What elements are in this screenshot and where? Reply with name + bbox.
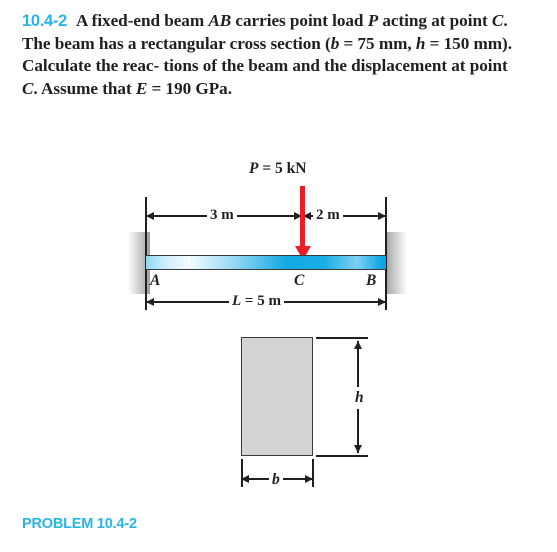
point-label-c: C: [294, 272, 305, 289]
dimension-line-h: [357, 341, 359, 453]
problem-number: 10.4-2: [22, 12, 67, 30]
problem-text-part: tions of the beam and the displacement a…: [163, 56, 508, 76]
load-value: = 5 kN: [258, 160, 307, 177]
problem-text-part: carries point load: [231, 11, 368, 30]
modulus-symbol-inline: E: [135, 79, 148, 99]
dimension-line-top: [146, 215, 386, 217]
problem-text-part: A fixed-end beam: [76, 11, 209, 30]
extension-line-left: [145, 197, 147, 310]
problem-text-part: section (: [270, 33, 331, 53]
beam-label-inline: AB: [208, 11, 232, 30]
dimension-label-span: L = 5 m: [229, 294, 284, 309]
extension-line-b-right: [312, 459, 314, 487]
dimension-line-b: [241, 478, 313, 480]
point-c-inline: C: [491, 11, 504, 30]
load-symbol: P: [249, 160, 259, 177]
arrowhead-left-2m: [303, 211, 311, 220]
span-symbol: L: [232, 293, 242, 309]
arrowhead-left-b: [241, 474, 249, 483]
arrowhead-left-span: [146, 297, 154, 306]
extension-line-h-top: [316, 337, 368, 339]
point-c-inline-2: C: [22, 79, 34, 99]
dimension-line-span: [146, 301, 386, 303]
point-label-b: B: [366, 272, 377, 289]
width-symbol-inline: b: [330, 33, 340, 53]
height-symbol-inline: h: [415, 33, 426, 53]
arrowhead-left-top: [146, 211, 154, 220]
load-symbol-inline: P: [367, 11, 379, 30]
problem-statement: 10.4-2 A fixed-end beam AB carries point …: [22, 10, 527, 101]
beam-body: [146, 255, 386, 270]
fixed-support-left: [128, 232, 150, 294]
extension-line-h-bottom: [316, 455, 368, 457]
extension-line-b-left: [241, 459, 243, 487]
dimension-label-h: h: [352, 387, 367, 409]
arrowhead-right-top: [378, 211, 386, 220]
cross-section-rectangle: [241, 337, 313, 456]
load-label: P = 5 kN: [249, 160, 307, 178]
problem-text-part: = 75 mm,: [339, 33, 416, 53]
problem-text-part: .: [33, 79, 38, 99]
load-arrow-shaft: [300, 186, 305, 252]
problem-text-part: Assume that: [40, 79, 136, 99]
arrowhead-right-3m: [294, 211, 302, 220]
arrowhead-down-h: [353, 445, 362, 453]
point-label-a: A: [150, 272, 161, 289]
dimension-label-b: b: [269, 471, 283, 489]
arrowhead-right-b: [305, 474, 313, 483]
figure-caption: PROBLEM 10.4-2: [22, 516, 137, 532]
extension-line-right: [385, 197, 387, 310]
arrowhead-right-span: [378, 297, 386, 306]
dimension-label-2m: 2 m: [313, 208, 343, 223]
load-arrow-head: [294, 246, 311, 260]
arrowhead-up-h: [353, 341, 362, 349]
problem-text-part: = 190 GPa.: [147, 79, 233, 99]
dimension-label-3m: 3 m: [207, 208, 237, 223]
span-value: = 5 m: [241, 293, 281, 309]
problem-text-part: acting at point: [382, 11, 492, 30]
fixed-support-right: [385, 232, 407, 294]
